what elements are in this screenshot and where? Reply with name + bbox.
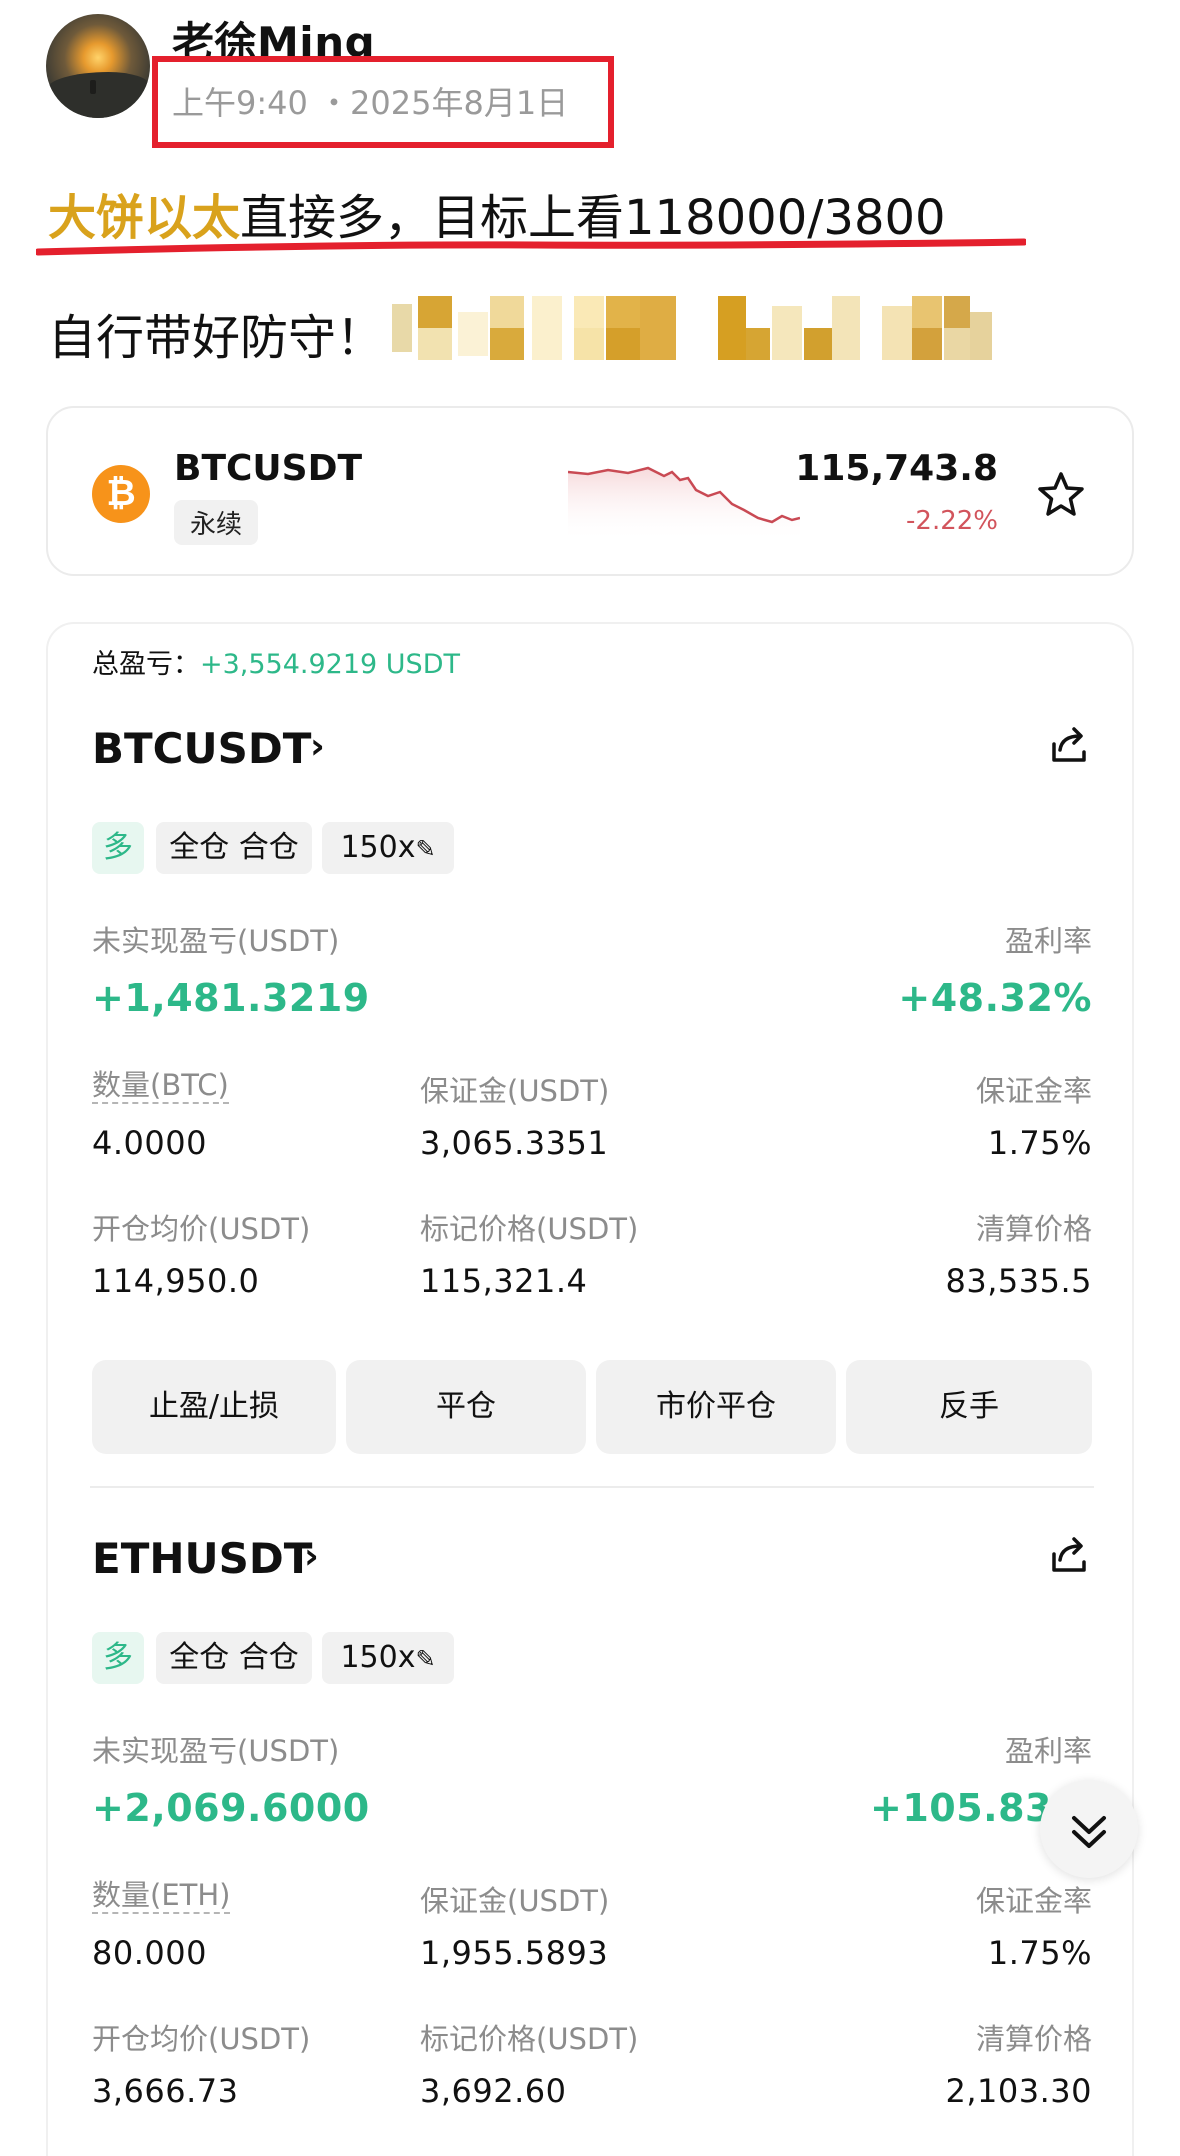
share-icon[interactable] — [1046, 1532, 1092, 1578]
mark-price-label: 标记价格(USDT) — [420, 1212, 639, 1246]
unrealized-pnl-label: 未实现盈亏(USDT) — [92, 1734, 340, 1768]
positions-card: 总盈亏：+3,554.9219 USDT BTCUSDT › 多 全仓 合仓 1… — [46, 622, 1134, 2156]
roi-value: +48.32% — [898, 976, 1092, 1020]
unrealized-pnl-label: 未实现盈亏(USDT) — [92, 924, 340, 958]
roi-value: +105.83 — [870, 1786, 1052, 1830]
chevron-right-icon[interactable]: › — [304, 1536, 319, 1577]
position-ethusdt: ETHUSDT › 多 全仓 合仓 150x✎ 未实现盈亏(USDT) 盈利率 … — [48, 1434, 1136, 2156]
share-icon[interactable] — [1046, 722, 1092, 768]
roi-label: 盈利率 — [1004, 924, 1092, 958]
ticker-change: -2.22% — [906, 506, 998, 536]
perpetual-tag: 永续 — [174, 500, 259, 545]
mark-price-label: 标记价格(USDT) — [420, 2022, 639, 2056]
post-text-line-2: 自行带好防守！ — [48, 310, 385, 366]
price-sparkline — [568, 466, 800, 542]
avatar[interactable] — [46, 14, 150, 118]
avatar-figure — [90, 80, 96, 94]
ticker-symbol: BTCUSDT — [174, 448, 363, 489]
quantity-label[interactable]: 数量(BTC) — [92, 1068, 229, 1104]
username[interactable]: 老徐Ming — [172, 14, 375, 60]
position-symbol[interactable]: BTCUSDT — [92, 724, 311, 773]
long-tag: 多 — [92, 1632, 144, 1684]
ticker-card[interactable]: ₿ BTCUSDT 永续 115,743.8 -2.22% — [46, 406, 1134, 576]
leverage-value: 150x — [340, 830, 416, 865]
leverage-value: 150x — [340, 1640, 416, 1675]
double-chevron-down-icon — [1072, 1816, 1106, 1848]
margin-label: 保证金(USDT) — [420, 1884, 610, 1918]
mark-price-value: 115,321.4 — [420, 1262, 588, 1300]
margin-mode-tag[interactable]: 全仓 合仓 — [156, 1632, 312, 1684]
liquidation-price-label: 清算价格 — [975, 2022, 1092, 2056]
roi-label: 盈利率 — [1004, 1734, 1092, 1768]
edit-icon: ✎ — [415, 835, 436, 863]
mark-price-value: 3,692.60 — [420, 2072, 567, 2110]
margin-ratio-value: 1.75% — [987, 1934, 1092, 1972]
long-tag: 多 — [92, 822, 144, 874]
margin-ratio-value: 1.75% — [987, 1124, 1092, 1162]
bitcoin-icon: ₿ — [92, 465, 150, 523]
position-btcusdt: BTCUSDT › 多 全仓 合仓 150x✎ 未实现盈亏(USDT) 盈利率 … — [48, 624, 1136, 1454]
pixelated-redaction — [392, 296, 992, 360]
post-timestamp: 上午9:40 ・2025年8月1日 — [172, 84, 569, 122]
liquidation-price-value: 83,535.5 — [945, 1262, 1092, 1300]
margin-label: 保证金(USDT) — [420, 1074, 610, 1108]
star-icon[interactable] — [1036, 470, 1086, 520]
ticker-price: 115,743.8 — [795, 448, 998, 489]
margin-value: 1,955.5893 — [420, 1934, 609, 1972]
margin-mode-tag[interactable]: 全仓 合仓 — [156, 822, 312, 874]
entry-price-label: 开仓均价(USDT) — [92, 2022, 311, 2056]
liquidation-price-label: 清算价格 — [975, 1212, 1092, 1246]
liquidation-price-value: 2,103.30 — [945, 2072, 1092, 2110]
avatar-mountain — [46, 72, 150, 118]
edit-icon: ✎ — [415, 1645, 436, 1673]
margin-ratio-label: 保证金率 — [975, 1884, 1092, 1918]
margin-value: 3,065.3351 — [420, 1124, 609, 1162]
red-underline-annotation — [36, 238, 1026, 256]
unrealized-pnl-value: +2,069.6000 — [92, 1786, 370, 1830]
quantity-value: 4.0000 — [92, 1124, 207, 1162]
entry-price-value: 114,950.0 — [92, 1262, 260, 1300]
margin-ratio-label: 保证金率 — [975, 1074, 1092, 1108]
position-symbol[interactable]: ETHUSDT — [92, 1534, 312, 1583]
leverage-tag[interactable]: 150x✎ — [322, 1632, 454, 1684]
scroll-down-button[interactable] — [1040, 1780, 1138, 1878]
quantity-value: 80.000 — [92, 1934, 207, 1972]
chevron-right-icon[interactable]: › — [310, 726, 325, 767]
unrealized-pnl-value: +1,481.3219 — [92, 976, 370, 1020]
entry-price-label: 开仓均价(USDT) — [92, 1212, 311, 1246]
quantity-label[interactable]: 数量(ETH) — [92, 1878, 231, 1914]
leverage-tag[interactable]: 150x✎ — [322, 822, 454, 874]
entry-price-value: 3,666.73 — [92, 2072, 239, 2110]
